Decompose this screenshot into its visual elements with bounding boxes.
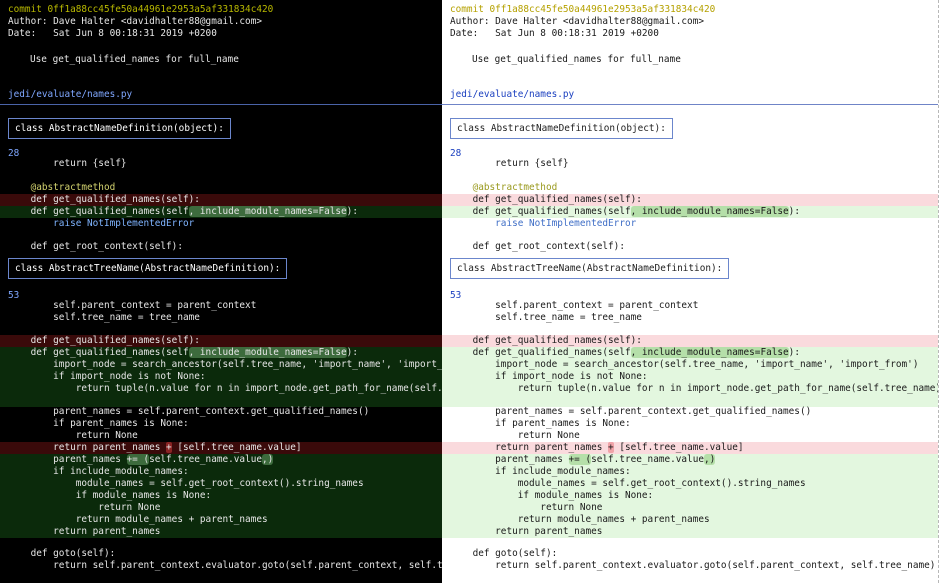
code-line: self.parent_context = parent_context	[8, 300, 257, 311]
added-code: return tuple(n.value for n in import_nod…	[75, 383, 442, 394]
commit-message: Use get_qualified_names for full_name	[30, 54, 239, 65]
code-line: def goto(self):	[8, 548, 116, 559]
code-line: self.parent_context = parent_context	[450, 300, 699, 311]
code-line: parent_names = self.parent_context.get_q…	[450, 406, 812, 417]
added-code: return module_names + parent_names	[8, 514, 268, 525]
code-line: @abstractmethod	[8, 182, 116, 193]
date-line: Date: Sat Jun 8 00:18:31 2019 +0200	[450, 28, 659, 39]
code-line: self.tree_name = tree_name	[450, 312, 642, 323]
added-code: return None	[8, 502, 161, 513]
code-line: parent_names = self.parent_context.get_q…	[8, 406, 370, 417]
added-code: def get_qualified_names(self, include_mo…	[450, 347, 800, 358]
code-line: def goto(self):	[450, 548, 558, 559]
added-code: if import_node is not None:	[8, 371, 206, 382]
added-code: parent_names += (self.tree_name.value,)	[450, 454, 716, 465]
code-line: return self.parent_context.evaluator.got…	[450, 560, 936, 571]
added-code: return tuple(n.value for n in import_nod…	[450, 383, 939, 394]
author-line: Author: Dave Halter <davidhalter88@gmail…	[8, 16, 262, 27]
code-line: def get_root_context(self):	[8, 241, 183, 252]
added-code: if include_module_names:	[450, 466, 631, 477]
code-line: raise NotImplementedError	[450, 218, 637, 229]
added-code: import_node = search_ancestor(self.tree_…	[8, 359, 442, 370]
commit-message: Use get_qualified_names for full_name	[472, 54, 681, 65]
date-line: Date: Sat Jun 8 00:18:31 2019 +0200	[8, 28, 217, 39]
added-code: if module_names is None:	[8, 490, 212, 501]
added-code: def get_qualified_names(self, include_mo…	[450, 206, 800, 217]
added-code: if import_node is not None:	[450, 371, 648, 382]
added-code: return None	[450, 502, 603, 513]
added-code: def get_qualified_names(self, include_mo…	[8, 347, 358, 358]
diff-pane-dark: commit 0ff1a88cc45fe50a44961e2953a5af331…	[0, 0, 442, 583]
file-divider	[0, 104, 442, 105]
code-line: return None	[8, 430, 138, 441]
code-line: def get_root_context(self):	[450, 241, 625, 252]
added-code: return parent_names	[8, 526, 161, 537]
removed-code: def get_qualified_names(self):	[450, 194, 642, 205]
screenshot-root: commit 0ff1a88cc45fe50a44961e2953a5af331…	[0, 0, 944, 583]
removed-code: def get_qualified_names(self):	[8, 194, 200, 205]
added-code: if module_names is None:	[450, 490, 654, 501]
code-line: return None	[450, 430, 580, 441]
hunk-header: class AbstractNameDefinition(object):	[450, 118, 673, 139]
removed-code: def get_qualified_names(self):	[450, 335, 642, 346]
hunk-header: class AbstractTreeName(AbstractNameDefin…	[8, 258, 288, 279]
code-line: return {self}	[8, 158, 127, 169]
added-code: parent_names += (self.tree_name.value,)	[8, 454, 274, 465]
file-path[interactable]: jedi/evaluate/names.py	[450, 89, 574, 100]
added-code: module_names = self.get_root_context().s…	[450, 478, 806, 489]
file-path[interactable]: jedi/evaluate/names.py	[8, 89, 132, 100]
diff-pane-light: commit 0ff1a88cc45fe50a44961e2953a5af331…	[442, 0, 939, 583]
removed-code: return parent_names + [self.tree_name.va…	[450, 442, 744, 453]
added-code: def get_qualified_names(self, include_mo…	[8, 206, 358, 217]
hunk-header: class AbstractNameDefinition(object):	[8, 118, 231, 139]
added-code: import_node = search_ancestor(self.tree_…	[450, 359, 919, 370]
code-line: return self.parent_context.evaluator.got…	[53, 560, 442, 571]
removed-code: return parent_names + [self.tree_name.va…	[8, 442, 302, 453]
file-divider	[442, 104, 938, 105]
added-code: module_names = self.get_root_context().s…	[8, 478, 364, 489]
hunk-header: class AbstractTreeName(AbstractNameDefin…	[450, 258, 730, 279]
code-line: if parent_names is None:	[8, 418, 189, 429]
commit-hash-line: commit 0ff1a88cc45fe50a44961e2953a5af331…	[8, 4, 274, 15]
code-line: return {self}	[450, 158, 569, 169]
added-code: if include_module_names:	[8, 466, 189, 477]
commit-hash-line: commit 0ff1a88cc45fe50a44961e2953a5af331…	[450, 4, 716, 15]
added-code: return module_names + parent_names	[450, 514, 710, 525]
code-line: if parent_names is None:	[450, 418, 631, 429]
removed-code: def get_qualified_names(self):	[8, 335, 200, 346]
code-line: self.tree_name = tree_name	[8, 312, 200, 323]
author-line: Author: Dave Halter <davidhalter88@gmail…	[450, 16, 704, 27]
code-line: raise NotImplementedError	[8, 218, 195, 229]
code-line: @abstractmethod	[450, 182, 558, 193]
added-code: return parent_names	[450, 526, 603, 537]
